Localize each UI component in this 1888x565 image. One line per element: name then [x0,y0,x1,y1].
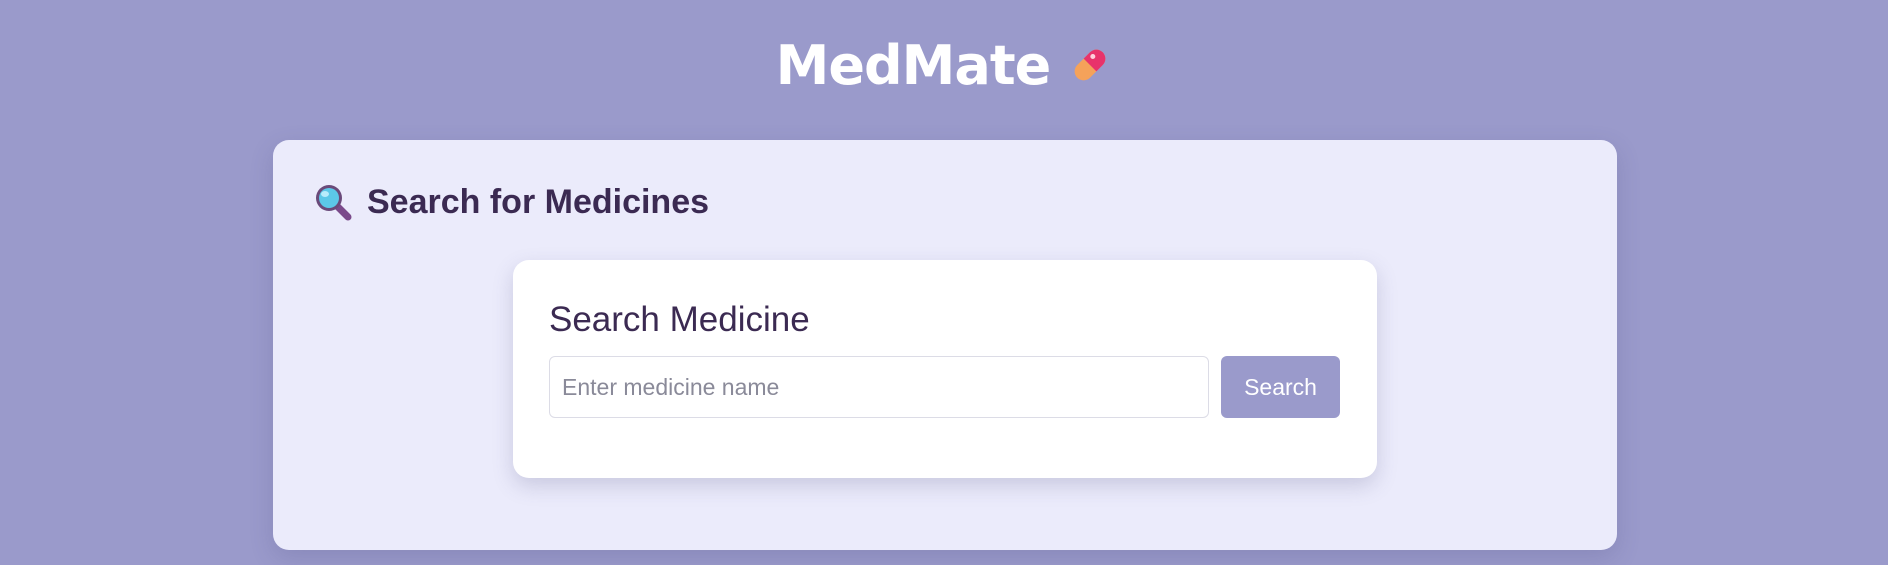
search-section-card: Search for Medicines Search Medicine Sea… [273,140,1617,550]
pill-icon [1068,43,1112,87]
magnifier-icon [313,182,353,222]
section-heading: Search for Medicines [313,180,709,224]
medicine-search-input[interactable] [549,356,1209,418]
search-card: Search Medicine Search [513,260,1377,478]
app-header: MedMate [0,30,1888,100]
search-card-title: Search Medicine [549,300,810,339]
app-title: MedMate [775,33,1052,97]
search-button[interactable]: Search [1221,356,1340,418]
section-title: Search for Medicines [367,182,710,221]
